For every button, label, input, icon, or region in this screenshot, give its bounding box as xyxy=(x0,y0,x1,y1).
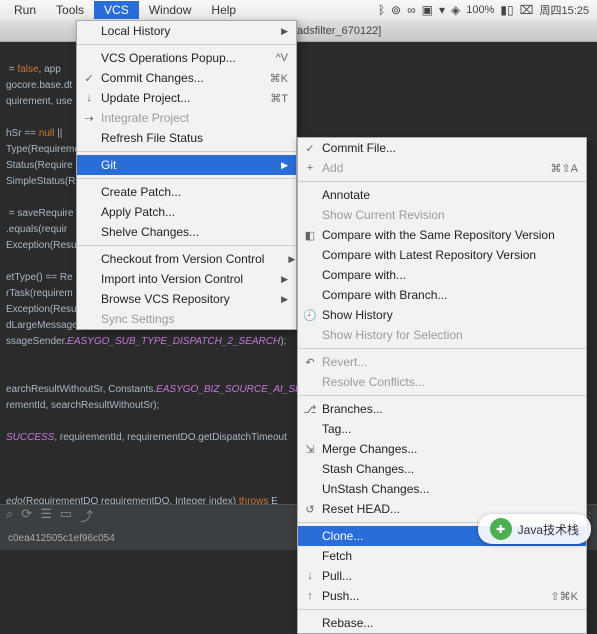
camera-icon: ▣ xyxy=(422,3,433,17)
chevron-right-icon: ▶ xyxy=(264,254,295,265)
menu-separator xyxy=(77,245,296,246)
menu-compare-same[interactable]: ◧Compare with the Same Repository Versio… xyxy=(298,225,586,245)
menu-commit-file[interactable]: ✓Commit File... xyxy=(298,138,586,158)
chevron-right-icon: ▶ xyxy=(257,274,288,285)
menu-pull[interactable]: ↓Pull... xyxy=(298,566,586,586)
input-icon: ⌧ xyxy=(520,3,534,17)
menu-create-patch[interactable]: Create Patch... xyxy=(77,182,296,202)
shortcut-label: ^V xyxy=(252,52,289,64)
circles-icon: ⊚ xyxy=(391,3,401,17)
wifi-icon: ▾ xyxy=(439,3,445,17)
menu-vcs[interactable]: VCS xyxy=(94,1,139,19)
menu-import-vcs[interactable]: Import into Version Control▶ xyxy=(77,269,296,289)
menu-separator xyxy=(77,178,296,179)
menu-separator xyxy=(77,151,296,152)
menu-push[interactable]: ↑Push...⇧⌘K xyxy=(298,586,586,606)
menu-git[interactable]: Git▶ xyxy=(77,155,296,175)
menu-annotate[interactable]: Annotate xyxy=(298,185,586,205)
menu-branches[interactable]: ⎇Branches... xyxy=(298,399,586,419)
revert-icon: ↶ xyxy=(302,356,318,369)
menu-sync-settings: Sync Settings xyxy=(77,309,296,329)
update-icon: ↓ xyxy=(81,92,97,104)
menu-update-project[interactable]: ↓Update Project...⌘T xyxy=(77,88,296,108)
menu-checkout-vcs[interactable]: Checkout from Version Control▶ xyxy=(77,249,296,269)
menu-compare-branch[interactable]: Compare with Branch... xyxy=(298,285,586,305)
menu-separator xyxy=(298,609,586,610)
shortcut-label: ⌘⇧A xyxy=(526,162,578,175)
chevron-right-icon: ▶ xyxy=(257,26,288,37)
menu-help[interactable]: Help xyxy=(201,1,246,19)
menu-vcs-operations[interactable]: VCS Operations Popup...^V xyxy=(77,48,296,68)
menu-resolve-conflicts: Resolve Conflicts... xyxy=(298,372,586,392)
menu-compare-latest[interactable]: Compare with Latest Repository Version xyxy=(298,245,586,265)
menu-tools[interactable]: Tools xyxy=(46,1,94,19)
menu-tag[interactable]: Tag... xyxy=(298,419,586,439)
menu-revert: ↶Revert... xyxy=(298,352,586,372)
menu-refresh-status[interactable]: Refresh File Status xyxy=(77,128,296,148)
pull-icon: ↓ xyxy=(302,570,318,582)
battery-text: 100% xyxy=(466,4,494,16)
menu-local-history[interactable]: Local History▶ xyxy=(77,21,296,41)
git-submenu: ✓Commit File... +Add⌘⇧A Annotate Show Cu… xyxy=(297,137,587,634)
shortcut-label: ⇧⌘K xyxy=(526,590,578,603)
push-icon: ↑ xyxy=(302,590,318,602)
wechat-badge: ✚ Java技术栈 xyxy=(478,514,591,544)
wifi-signal-icon: ◈ xyxy=(451,3,460,17)
menu-apply-patch[interactable]: Apply Patch... xyxy=(77,202,296,222)
sync-icon[interactable]: ⟳ xyxy=(21,506,32,525)
menu-show-history[interactable]: 🕘Show History xyxy=(298,305,586,325)
menu-show-revision: Show Current Revision xyxy=(298,205,586,225)
menu-fetch[interactable]: Fetch xyxy=(298,546,586,566)
history-icon: 🕘 xyxy=(302,309,318,322)
link-icon: ∞ xyxy=(407,3,416,17)
system-tray: ᛒ ⊚ ∞ ▣ ▾ ◈ 100% ▮▯ ⌧ 周四15:25 xyxy=(378,2,593,18)
mac-menubar: Run Tools VCS Window Help ᛒ ⊚ ∞ ▣ ▾ ◈ 10… xyxy=(0,0,597,20)
menu-compare-with[interactable]: Compare with... xyxy=(298,265,586,285)
menu-merge[interactable]: ⇲Merge Changes... xyxy=(298,439,586,459)
diff-icon: ◧ xyxy=(302,229,318,242)
terminal-icon[interactable]: ▭ xyxy=(60,506,72,525)
clock-text: 周四15:25 xyxy=(539,2,589,18)
wechat-icon: ✚ xyxy=(490,518,512,540)
menu-run[interactable]: Run xyxy=(4,1,46,19)
menu-stash[interactable]: Stash Changes... xyxy=(298,459,586,479)
vcs-dropdown-menu: Local History▶ VCS Operations Popup...^V… xyxy=(76,20,297,330)
menu-integrate-project: ⇢Integrate Project xyxy=(77,108,296,128)
commit-icon: ✓ xyxy=(81,72,97,85)
add-icon: + xyxy=(302,162,318,174)
shortcut-label: ⌘K xyxy=(246,72,288,85)
bookmark-icon[interactable]: ☰ xyxy=(40,506,52,525)
chevron-right-icon: ▶ xyxy=(257,160,288,171)
menu-separator xyxy=(77,44,296,45)
commit-icon: ✓ xyxy=(302,142,318,155)
menu-separator xyxy=(298,348,586,349)
menu-unstash[interactable]: UnStash Changes... xyxy=(298,479,586,499)
merge-icon: ⇲ xyxy=(302,443,318,456)
menu-window[interactable]: Window xyxy=(139,1,202,19)
menu-separator xyxy=(298,395,586,396)
menu-shelve-changes[interactable]: Shelve Changes... xyxy=(77,222,296,242)
menu-add: +Add⌘⇧A xyxy=(298,158,586,178)
chevron-right-icon: ▶ xyxy=(257,294,288,305)
reset-icon: ↺ xyxy=(302,503,318,516)
wechat-label: Java技术栈 xyxy=(518,521,579,538)
battery-icon: ▮▯ xyxy=(500,3,513,17)
shortcut-label: ⌘T xyxy=(246,92,288,105)
menu-commit-changes[interactable]: ✓Commit Changes...⌘K xyxy=(77,68,296,88)
search-icon[interactable]: ⌕ xyxy=(6,506,13,525)
menu-history-selection: Show History for Selection xyxy=(298,325,586,345)
branch-icon: ⎇ xyxy=(302,403,318,416)
menu-browse-vcs[interactable]: Browse VCS Repository▶ xyxy=(77,289,296,309)
integrate-icon: ⇢ xyxy=(81,112,97,125)
menu-separator xyxy=(298,181,586,182)
commit-hash: c0ea412505c1ef96c054 xyxy=(8,533,115,544)
menu-rebase[interactable]: Rebase... xyxy=(298,613,586,633)
bluetooth-icon: ᛒ xyxy=(378,3,385,17)
todo-icon[interactable]: ⤴ xyxy=(80,506,93,525)
